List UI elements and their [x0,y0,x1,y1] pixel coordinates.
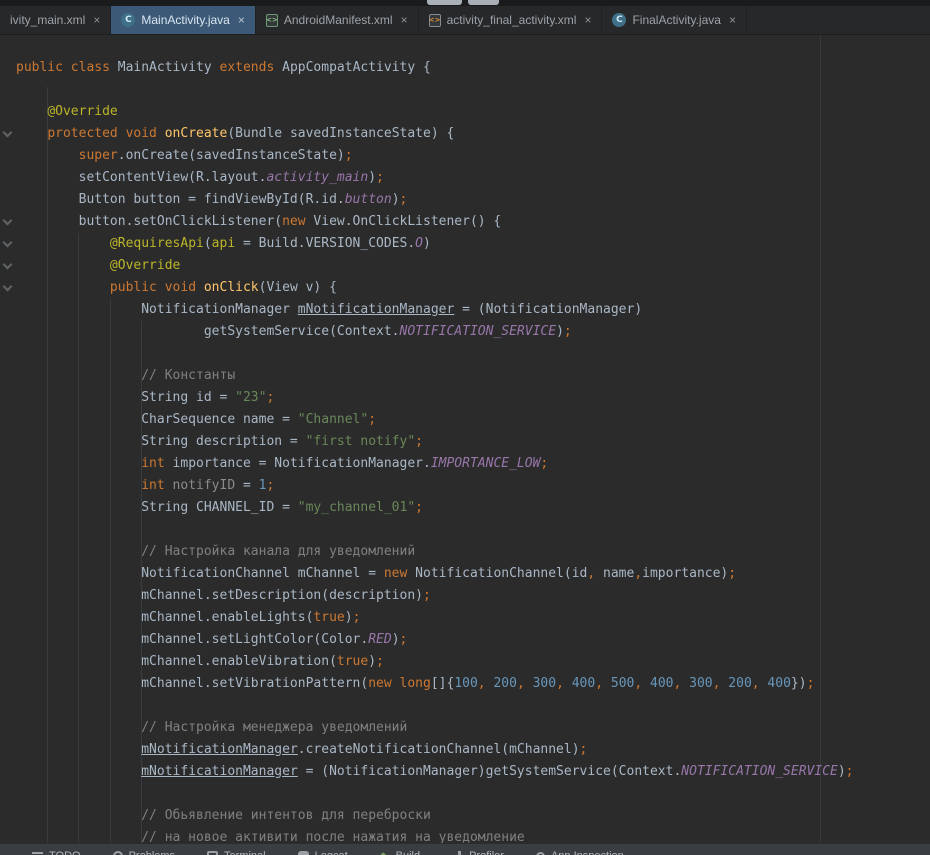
editor-tab-androidmanifest-xml[interactable]: <> AndroidManifest.xml × [256,6,419,34]
tab-close-icon[interactable]: × [584,14,591,26]
code-line[interactable]: // Константы [0,365,930,387]
tab-close-icon[interactable]: × [401,14,408,26]
tab-label: ivity_main.xml [10,13,85,27]
tool-window-label: Terminal [224,850,266,855]
fold-arrow-icon[interactable] [3,238,13,248]
tool-window-label: Build [396,850,420,855]
code-line[interactable]: mChannel.setLightColor(Color.RED); [0,629,930,651]
code-line[interactable]: CharSequence name = "Channel"; [0,409,930,431]
code-line[interactable]: setContentView(R.layout.activity_main); [0,167,930,189]
tool-window-label: Profiler [469,850,504,855]
code-line[interactable]: NotificationChannel mChannel = new Notif… [0,563,930,585]
tool-window-button-logcat[interactable]: Logcat [282,847,364,855]
tool-window-label: Logcat [315,850,348,855]
toolbar-button-partial[interactable] [468,0,499,5]
xml-file-icon: <> [429,14,441,27]
code-line[interactable]: public void onClick(View v) { [0,277,930,299]
java-class-icon: C [612,13,626,27]
code-line[interactable]: super.onCreate(savedInstanceState); [0,145,930,167]
code-line[interactable] [0,695,930,717]
code-line[interactable]: String CHANNEL_ID = "my_channel_01"; [0,497,930,519]
code-line[interactable]: // Обьявление интентов для переброски [0,805,930,827]
app-inspection-icon [536,852,545,855]
code-line[interactable]: @Override [0,101,930,123]
tool-window-label: App Inspection [551,850,624,855]
tab-close-icon[interactable]: × [729,14,736,26]
code-line[interactable]: public class MainActivity extends AppCom… [0,57,930,79]
code-line[interactable]: protected void onCreate(Bundle savedInst… [0,123,930,145]
editor-tab-ivity-main-xml[interactable]: ivity_main.xml × [0,6,111,34]
code-area: public class MainActivity extends AppCom… [0,35,930,849]
profiler-icon [452,851,463,855]
tool-window-bar: TODO Problems Terminal Logcat Build Profiler A… [0,843,930,855]
java-class-icon: C [121,13,135,27]
code-line[interactable]: int importance = NotificationManager.IMP… [0,453,930,475]
code-line[interactable]: // Настройка канала для уведомлений [0,541,930,563]
editor-tab-bar: ivity_main.xml × C MainActivity.java × <> Andr… [0,6,930,35]
toolbar-button-partial[interactable] [427,0,462,5]
code-line[interactable] [0,79,930,101]
terminal-icon [207,851,218,855]
code-line[interactable]: mChannel.setDescription(description); [0,585,930,607]
tab-label: MainActivity.java [141,13,229,27]
editor-tab-finalactivity-java[interactable]: C FinalActivity.java × [602,6,747,34]
code-line[interactable] [0,783,930,805]
tool-window-button-problems[interactable]: Problems [97,847,191,855]
manifest-file-icon: <> [266,14,278,27]
fold-arrow-icon[interactable] [3,128,13,138]
code-line[interactable]: button.setOnClickListener(new View.OnCli… [0,211,930,233]
fold-arrow-icon[interactable] [3,282,13,292]
tool-window-button-app-inspection[interactable]: App Inspection [520,847,640,855]
code-line[interactable]: mChannel.setVibrationPattern(new long[]{… [0,673,930,695]
code-line[interactable]: Button button = findViewById(R.id.button… [0,189,930,211]
code-line[interactable]: mNotificationManager = (NotificationMana… [0,761,930,783]
editor-tab-mainactivity-java[interactable]: C MainActivity.java × [111,6,256,34]
tab-label: activity_final_activity.xml [447,13,577,27]
tool-window-button-terminal[interactable]: Terminal [191,847,282,855]
tool-window-button-todo[interactable]: TODO [16,847,97,855]
code-line[interactable]: mChannel.enableLights(true); [0,607,930,629]
problems-icon [113,851,123,855]
code-line[interactable]: mChannel.enableVibration(true); [0,651,930,673]
code-line[interactable] [0,519,930,541]
code-line[interactable]: String id = "23"; [0,387,930,409]
code-line[interactable]: getSystemService(Context.NOTIFICATION_SE… [0,321,930,343]
code-line[interactable]: int notifyID = 1; [0,475,930,497]
code-line[interactable] [0,343,930,365]
todo-icon [32,851,43,855]
editor-pane: public class MainActivity extends AppCom… [0,35,930,855]
code-line[interactable]: mNotificationManager.createNotificationC… [0,739,930,761]
tab-close-icon[interactable]: × [93,14,100,26]
editor-tab-activity-final-activity-xml[interactable]: <> activity_final_activity.xml × [419,6,603,34]
tool-window-button-profiler[interactable]: Profiler [436,847,520,855]
tool-window-button-build[interactable]: Build [364,847,436,855]
editor-gutter [0,35,16,855]
tool-window-label: TODO [49,850,81,855]
code-line[interactable]: String description = "first notify"; [0,431,930,453]
tab-close-icon[interactable]: × [238,14,245,26]
logcat-icon [298,851,309,855]
tab-label: AndroidManifest.xml [284,13,393,27]
code-line[interactable]: @RequiresApi(api = Build.VERSION_CODES.O… [0,233,930,255]
code-line[interactable]: NotificationManager mNotificationManager… [0,299,930,321]
code-line[interactable]: // Настройка менеджера уведомлений [0,717,930,739]
tab-label: FinalActivity.java [632,13,720,27]
fold-arrow-icon[interactable] [3,216,13,226]
tool-window-label: Problems [129,850,175,855]
code-line[interactable]: @Override [0,255,930,277]
fold-arrow-icon[interactable] [3,260,13,270]
